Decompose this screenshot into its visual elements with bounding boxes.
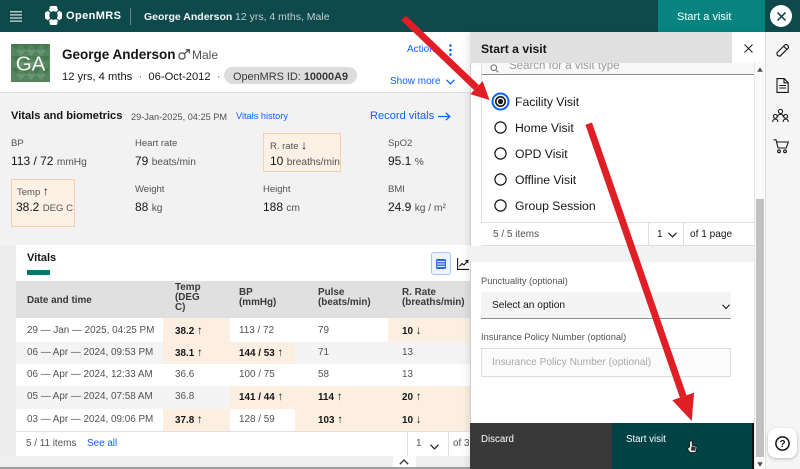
svg-text:GA: GA: [16, 53, 46, 76]
svg-text:?: ?: [779, 439, 785, 450]
